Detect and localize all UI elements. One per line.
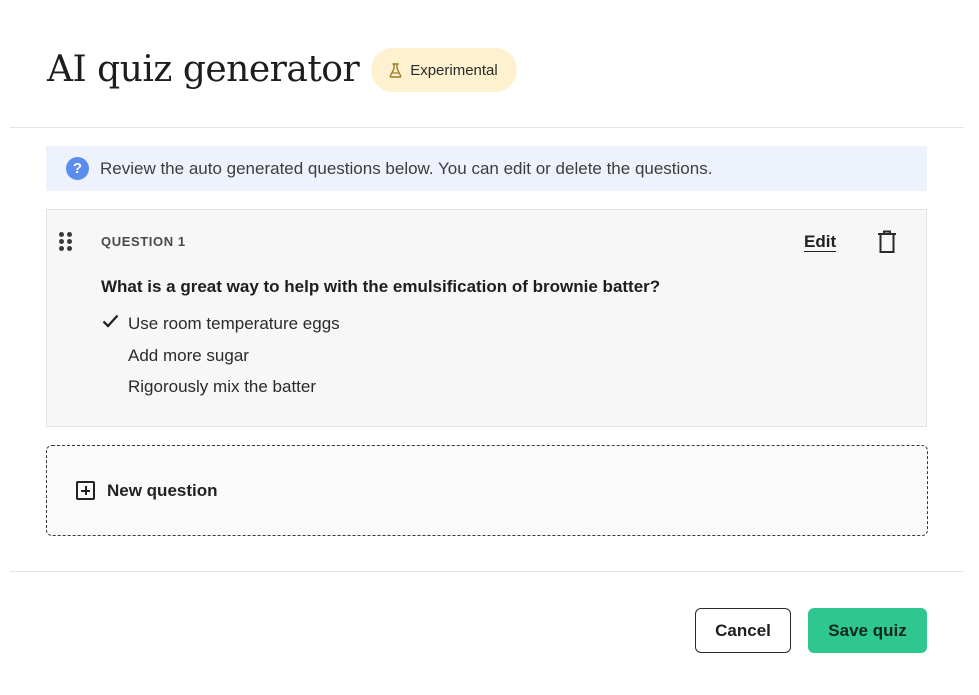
experimental-badge: Experimental: [371, 48, 517, 92]
flask-icon: [389, 62, 402, 78]
answer-option: Rigorously mix the batter: [128, 377, 317, 396]
footer-divider: [10, 571, 964, 572]
answer-option: Add more sugar: [128, 346, 249, 365]
page-title: AI quiz generator: [47, 49, 360, 90]
edit-button[interactable]: Edit: [804, 232, 836, 252]
check-icon: [102, 314, 119, 328]
header: AI quiz generator Experimental: [47, 46, 517, 94]
drag-handle-icon[interactable]: [59, 232, 73, 252]
question-card: QUESTION 1 Edit What is a great way to h…: [46, 209, 927, 427]
cancel-button[interactable]: Cancel: [695, 608, 791, 653]
plus-square-icon: [76, 481, 95, 500]
question-number-label: QUESTION 1: [101, 234, 186, 249]
trash-icon[interactable]: [877, 230, 897, 254]
new-question-label: New question: [107, 480, 218, 500]
header-divider: [10, 127, 964, 128]
info-banner: ? Review the auto generated questions be…: [46, 146, 927, 191]
info-banner-text: Review the auto generated questions belo…: [100, 158, 713, 178]
quiz-generator-dialog: AI quiz generator Experimental ? Review …: [0, 0, 979, 695]
answer-option: Use room temperature eggs: [128, 314, 340, 333]
badge-label: Experimental: [410, 61, 498, 79]
save-quiz-button[interactable]: Save quiz: [808, 608, 927, 653]
question-text: What is a great way to help with the emu…: [101, 277, 661, 296]
question-circle-icon: ?: [66, 157, 89, 180]
new-question-button[interactable]: New question: [46, 445, 928, 536]
